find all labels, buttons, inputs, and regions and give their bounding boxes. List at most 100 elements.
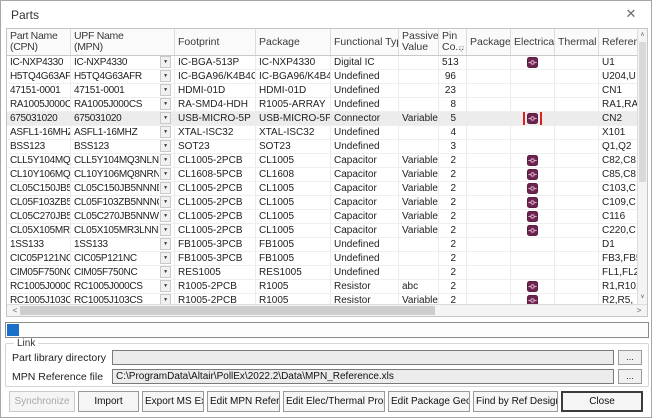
thermal-cell [555,224,599,237]
mpn-reference-file-field[interactable] [112,369,614,384]
package-cell: IC-BGA96/K4B4G16 [256,70,331,83]
electrical-prop-icon[interactable] [527,295,538,304]
electrical-prop-icon[interactable] [527,155,538,166]
mpn-dropdown-icon[interactable]: ▼ [160,266,171,278]
column-header-functional-type[interactable]: Functional Type [331,29,399,55]
horizontal-scrollbar-thumb[interactable] [20,306,435,315]
table-row[interactable]: 47151-000147151-0001▼HDMI-01DHDMI-01DUnd… [7,84,637,98]
mpn-dropdown-icon[interactable]: ▼ [160,294,171,304]
mpn-dropdown-icon[interactable]: ▼ [160,112,171,124]
mpn-dropdown-icon[interactable]: ▼ [160,154,171,166]
pin-count-cell: 2 [439,182,467,195]
table-row[interactable]: RC1005J000CSRC1005J000CS▼R1005-2PCBR1005… [7,280,637,294]
column-header-upf-name[interactable]: UPF Name(MPN) [71,29,175,55]
pin-count-filter-icon[interactable]: ▽ [459,46,464,53]
mpn-dropdown-icon[interactable]: ▼ [160,70,171,82]
column-header-thermal[interactable]: Thermal [555,29,599,55]
mpn-cell: CL05C270JB5NNWC▼ [71,210,175,223]
mpn-dropdown-icon[interactable]: ▼ [160,56,171,68]
edit-mpn-reference-button[interactable]: Edit MPN Reference [207,391,280,412]
part-library-browse-button[interactable]: ... [618,350,642,365]
column-header-reference[interactable]: Referer [599,29,637,55]
mpn-cell: IC-NXP4330▼ [71,56,175,69]
horizontal-scrollbar[interactable]: < > [7,304,647,316]
table-row[interactable]: RC1005J103CSRC1005J103CS▼R1005-2PCBR1005… [7,294,637,304]
table-row[interactable]: CLL5Y104MQ3NLNCCLL5Y104MQ3NLNC▼CL1005-2P… [7,154,637,168]
table-row[interactable]: ASFL1-16MHZASFL1-16MHZ▼XTAL-ISC32XTAL-IS… [7,126,637,140]
table-row[interactable]: IC-NXP4330IC-NXP4330▼IC-BGA-513PIC-NXP43… [7,56,637,70]
part-library-directory-field[interactable] [112,350,614,365]
table-body: IC-NXP4330IC-NXP4330▼IC-BGA-513PIC-NXP43… [7,56,637,304]
part-name-cell: 47151-0001 [7,84,71,97]
link-group-label: Link [14,338,38,349]
electrical-prop-icon[interactable] [527,197,538,208]
edit-elec-thermal-prop-button[interactable]: Edit Elec/Thermal Prop [283,391,385,412]
close-button[interactable]: Close [561,391,643,412]
mpn-reference-browse-button[interactable]: ... [618,369,642,384]
edit-package-geom-button[interactable]: Edit Package Geom [388,391,470,412]
electrical-prop-icon[interactable] [527,211,538,222]
mpn-dropdown-icon[interactable]: ▼ [160,168,171,180]
mpn-dropdown-icon[interactable]: ▼ [160,280,171,292]
mpn-dropdown-icon[interactable]: ▼ [160,196,171,208]
electrical-prop-icon[interactable] [527,169,538,180]
electrical-cell [511,70,555,83]
table-row[interactable]: 1SS1331SS133▼FB1005-3PCBFB1005Undefined2… [7,238,637,252]
scroll-up-icon[interactable]: ∧ [638,30,647,41]
electrical-prop-icon[interactable] [527,183,538,194]
export-ms-excel-button[interactable]: Export MS Excel [142,391,204,412]
mpn-dropdown-icon[interactable]: ▼ [160,98,171,110]
package-geom-cell [467,266,511,279]
synchronize-button[interactable]: Synchronize [9,391,75,412]
thermal-cell [555,196,599,209]
mpn-dropdown-icon[interactable]: ▼ [160,182,171,194]
column-header-package-geom[interactable]: Package [467,29,511,55]
column-header-package[interactable]: Package [256,29,331,55]
scroll-right-icon[interactable]: > [633,305,645,316]
vertical-scrollbar[interactable]: ∧ ∨ [637,29,647,304]
mpn-dropdown-icon[interactable]: ▼ [160,140,171,152]
electrical-prop-icon-flagged[interactable] [527,113,538,124]
find-by-ref-designator-button[interactable]: Find by Ref Designator [473,391,558,412]
thermal-cell [555,70,599,83]
passive-value-cell [399,126,439,139]
table-row[interactable]: H5TQ4G63AFRH5TQ4G63AFR▼IC-BGA96/K4B4G16I… [7,70,637,84]
pin-count-cell: 3 [439,140,467,153]
part-name-cell: BSS123 [7,140,71,153]
mpn-dropdown-icon[interactable]: ▼ [160,210,171,222]
electrical-prop-icon[interactable] [527,57,538,68]
column-header-passive-value[interactable]: PassiveValue [399,29,439,55]
column-header-footprint[interactable]: Footprint [175,29,256,55]
table-row[interactable]: CL10Y106MQ8NRNCCL10Y106MQ8NRNC▼CL1608-5P… [7,168,637,182]
mpn-dropdown-icon[interactable]: ▼ [160,252,171,264]
mpn-cell: CL05X105MR3LNNH▼ [71,224,175,237]
column-header-pin-count[interactable]: PinCo...▽ [439,29,467,55]
electrical-prop-icon[interactable] [527,225,538,236]
mpn-dropdown-icon[interactable]: ▼ [160,238,171,250]
scroll-down-icon[interactable]: ∨ [638,292,647,303]
table-row[interactable]: 675031020675031020▼USB-MICRO-5PUSB-MICRO… [7,112,637,126]
electrical-cell [511,126,555,139]
thermal-cell [555,56,599,69]
mpn-dropdown-icon[interactable]: ▼ [160,224,171,236]
table-row[interactable]: RA1005J000CSRA1005J000CS▼RA-SMD4-HDHR100… [7,98,637,112]
table-row[interactable]: BSS123BSS123▼SOT23SOT23Undefined3Q1,Q2 [7,140,637,154]
table-row[interactable]: CL05F103ZB5NNNCCL05F103ZB5NNNC▼CL1005-2P… [7,196,637,210]
import-button[interactable]: Import [78,391,139,412]
mpn-dropdown-icon[interactable]: ▼ [160,84,171,96]
table-row[interactable]: CIM05F750NCCIM05F750NC▼RES1005RES1005Und… [7,266,637,280]
table-row[interactable]: CL05X105MR3LNNHCL05X105MR3LNNH▼CL1005-2P… [7,224,637,238]
table-row[interactable]: CL05C270JB5NNWCCL05C270JB5NNWC▼CL1005-2P… [7,210,637,224]
column-header-electrical[interactable]: Electrical [511,29,555,55]
close-icon[interactable]: ✕ [623,6,639,22]
vertical-scrollbar-thumb[interactable] [639,42,646,182]
table-row[interactable]: CL05C150JB5NNNDCL05C150JB5NNND▼CL1005-2P… [7,182,637,196]
column-header-part-name[interactable]: Part Name(CPN) [7,29,71,55]
mpn-dropdown-icon[interactable]: ▼ [160,126,171,138]
table-row[interactable]: CIC05P121NCCIC05P121NC▼FB1005-3PCBFB1005… [7,252,637,266]
reference-cell: U204,U [599,70,637,83]
pin-count-cell: 4 [439,126,467,139]
pin-count-cell: 2 [439,252,467,265]
electrical-cell [511,112,555,125]
electrical-prop-icon[interactable] [527,281,538,292]
